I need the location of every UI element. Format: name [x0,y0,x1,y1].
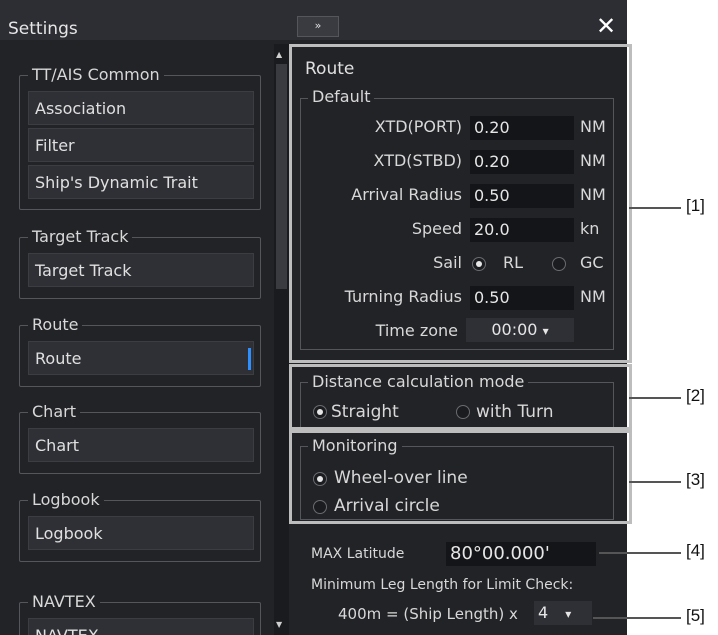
sidebar-item-logbook[interactable]: Logbook [28,516,254,550]
scroll-up-icon[interactable]: ▲ [276,50,282,59]
group-logbook: Logbook Logbook [19,490,261,562]
callout-leader-1 [629,207,681,209]
window-title: Settings [8,19,78,39]
scroll-thumb[interactable] [276,64,287,289]
title-bar: Settings » ✕ [0,0,627,40]
min-leg-formula: 400m = (Ship Length) x [338,605,518,623]
group-navtex: NAVTEX NAVTEX [19,592,261,635]
sidebar-item-association[interactable]: Association [28,91,254,125]
close-icon: ✕ [596,12,617,40]
sidebar-scrollbar[interactable]: ▲ ▼ [274,44,289,635]
callout-leader-3 [629,481,681,483]
group-title: Logbook [28,490,104,509]
chevron-down-icon: ▾ [565,607,572,621]
group-title: TT/AIS Common [28,65,164,84]
group-target-track: Target Track Target Track [19,227,261,299]
max-latitude-label: MAX Latitude [311,546,405,562]
group-tt-ais-common: TT/AIS Common Association Filter Ship's … [19,65,261,210]
sidebar-item-filter[interactable]: Filter [28,128,254,162]
callout-leader-4 [599,552,681,554]
sidebar-item-target-track[interactable]: Target Track [28,253,254,287]
sidebar-item-ships-dynamic-trait[interactable]: Ship's Dynamic Trait [28,165,254,199]
group-title: Target Track [28,227,133,246]
group-chart: Chart Chart [19,402,261,474]
callout-2: [2] [686,386,705,405]
min-leg-value: 4 [538,603,549,622]
sidebar-item-route[interactable]: Route [28,341,254,375]
highlight-box-1 [289,44,632,363]
sidebar-item-navtex[interactable]: NAVTEX [28,618,254,635]
callout-leader-5 [593,617,681,619]
sidebar-item-label: Route [35,349,82,368]
highlight-box-2 [289,364,632,430]
max-latitude-field[interactable]: 80°00.000' [446,542,596,566]
group-route: Route Route [19,315,261,387]
group-title: Chart [28,402,80,421]
callout-1: [1] [686,196,705,215]
sidebar-item-chart[interactable]: Chart [28,428,254,462]
callout-4: [4] [686,541,705,560]
group-title: NAVTEX [28,592,100,611]
callout-leader-2 [629,397,681,399]
double-chevron-right-icon: » [314,19,322,32]
expand-button[interactable]: » [297,16,339,37]
selected-indicator [248,348,251,370]
callout-3: [3] [686,470,705,489]
callout-5: [5] [686,606,705,625]
min-leg-label: Minimum Leg Length for Limit Check: [311,577,574,593]
min-leg-dropdown[interactable]: 4 ▾ [534,601,592,625]
close-button[interactable]: ✕ [596,14,616,38]
scroll-down-icon[interactable]: ▼ [276,620,282,629]
highlight-box-3 [289,430,632,524]
group-title: Route [28,315,83,334]
